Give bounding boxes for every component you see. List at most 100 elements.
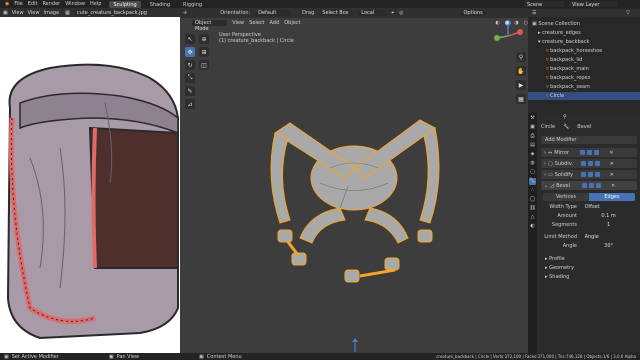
add-modifier-button[interactable]: Add Modifier (541, 136, 637, 144)
mode-dropdown[interactable]: Object Mode (192, 19, 228, 32)
viewport-toggle[interactable] (589, 183, 595, 188)
physics-tab-icon[interactable]: ◯ (529, 196, 536, 203)
shading-solid-icon[interactable]: ● (505, 20, 509, 26)
amount-field[interactable]: 0.1 m (581, 213, 636, 219)
edit-mode-toggle[interactable] (580, 161, 586, 166)
transform-tool-icon[interactable]: ⊞ (199, 47, 209, 57)
modifier-panel-bevel[interactable]: ⌄ ◿ Bevel ✕ (541, 181, 637, 190)
render-toggle[interactable] (594, 172, 600, 177)
viewport-toggle[interactable] (587, 161, 593, 166)
move-tool-icon[interactable]: ✥ (185, 47, 195, 57)
outliner-item[interactable]: ▿ backpack_seam (528, 83, 640, 91)
data-tab-icon[interactable]: △ (529, 214, 536, 221)
transform-orientation-dropdown[interactable]: Local (358, 10, 387, 16)
annotate-tool-icon[interactable]: ✎ (185, 86, 195, 96)
output-tab-icon[interactable]: ⎙ (529, 133, 536, 140)
particles-tab-icon[interactable]: ∴ (529, 187, 536, 194)
tab-rigging[interactable]: Rigging (179, 1, 206, 8)
render-toggle[interactable] (596, 183, 602, 188)
menu-render[interactable]: Render (42, 0, 60, 8)
vp-menu-add[interactable]: Add (270, 20, 280, 26)
zoom-icon[interactable]: ⚲ (516, 52, 526, 62)
view-layer-tab-icon[interactable]: ▤ (529, 142, 536, 149)
properties-search[interactable]: ⚲ (560, 114, 620, 121)
close-icon[interactable]: ✕ (610, 172, 614, 178)
collapse-chevron-icon[interactable]: ⌄ (544, 183, 548, 189)
options-dropdown[interactable]: Options (460, 10, 487, 16)
shading-material-icon[interactable]: ◑ (514, 20, 518, 26)
expand-chevron-icon[interactable]: › (544, 172, 546, 178)
vp-menu-select[interactable]: Select (249, 20, 264, 26)
filter-icon[interactable]: ▽ (626, 10, 630, 16)
menu-help[interactable]: Help (90, 0, 101, 8)
modifier-panel-mirror[interactable]: › ⇔ Mirror ✕ (541, 148, 637, 157)
snap-icon[interactable]: ⌖ (391, 10, 394, 16)
cursor-icon[interactable]: ⊕ (199, 34, 209, 44)
edit-mode-toggle[interactable] (580, 150, 586, 155)
image-filename[interactable]: cute_creature_backpack.jpg (73, 9, 147, 16)
image-menu-view2[interactable]: View (28, 10, 40, 16)
select-box-dropdown[interactable]: Select Box (319, 10, 354, 16)
scene-selector[interactable]: Scene (524, 1, 564, 8)
outliner-item[interactable]: ▾ creature_backback (528, 38, 640, 46)
menu-file[interactable]: File (14, 0, 22, 8)
rotate-tool-icon[interactable]: ↻ (185, 60, 195, 70)
scene-tab-icon[interactable]: ◈ (529, 151, 536, 158)
viewport-toggle[interactable] (587, 172, 593, 177)
image-menu-image[interactable]: Image (43, 10, 59, 16)
blender-logo-icon[interactable]: ◉ (5, 0, 9, 8)
subpanel-shading[interactable]: ▸ Shading (545, 273, 637, 281)
proportional-edit-icon[interactable]: ◎ (399, 10, 403, 16)
limit-method-dropdown[interactable]: Angle (581, 234, 636, 240)
viewport-toggle[interactable] (587, 150, 593, 155)
object-tab-icon[interactable]: ▢ (529, 169, 536, 176)
tab-sculpting[interactable]: Sculpting (109, 0, 141, 8)
tool-tab-icon[interactable]: ⚒ (529, 115, 536, 122)
modifier-panel-subdiv[interactable]: › ▢ Subdiv. ✕ (541, 159, 637, 168)
cursor-tool-icon[interactable]: ✛ (183, 10, 187, 16)
subpanel-profile[interactable]: ▸ Profile (545, 255, 637, 263)
overlay-toggle-icon[interactable]: ◐ (496, 20, 500, 26)
add-cube-icon[interactable]: ◫ (199, 60, 209, 70)
segments-field[interactable]: 1 (581, 222, 636, 228)
tab-shading[interactable]: Shading (146, 1, 174, 8)
edit-mode-toggle[interactable] (582, 183, 588, 188)
vertices-option[interactable]: Vertices (543, 193, 589, 201)
outliner-item[interactable]: ▿ backpack_ropes (528, 74, 640, 82)
outliner-item[interactable]: ▸ creature_edges (528, 29, 640, 37)
outliner-item[interactable]: ▿ backpack_lid (528, 56, 640, 64)
measure-tool-icon[interactable]: ⊿ (185, 99, 195, 109)
width-type-dropdown[interactable]: Offset (581, 204, 636, 210)
render-toggle[interactable] (594, 161, 600, 166)
edit-mode-toggle[interactable] (580, 172, 586, 177)
close-icon[interactable]: ✕ (610, 161, 614, 167)
expand-chevron-icon[interactable]: › (544, 150, 546, 156)
pan-hand-icon[interactable]: ✋ (516, 66, 526, 76)
close-icon[interactable]: ✕ (609, 150, 613, 156)
image-menu-view[interactable]: View (12, 10, 24, 16)
render-tab-icon[interactable]: ▣ (529, 124, 536, 131)
outliner-editor-icon[interactable]: ☰ (532, 10, 536, 16)
angle-field[interactable]: 30° (581, 243, 636, 249)
scale-tool-icon[interactable]: ⤡ (185, 73, 195, 83)
close-icon[interactable]: ✕ (611, 183, 615, 189)
subpanel-geometry[interactable]: ▸ Geometry (545, 264, 637, 272)
modifier-tab-icon[interactable]: 🔧 (529, 178, 536, 185)
render-toggle[interactable] (594, 150, 600, 155)
editor-type-icon[interactable]: ▣ (3, 10, 8, 16)
3d-viewport[interactable] (180, 8, 528, 353)
vp-menu-view[interactable]: View (232, 20, 244, 26)
menu-edit[interactable]: Edit (28, 0, 38, 8)
expand-chevron-icon[interactable]: › (544, 161, 546, 167)
outliner-root[interactable]: ▣ Scene Collection (528, 20, 640, 28)
menu-window[interactable]: Window (65, 0, 85, 8)
camera-view-icon[interactable]: ▶ (516, 80, 526, 90)
outliner-item-selected[interactable]: ▿ Circle (528, 92, 640, 100)
orientation-dropdown[interactable]: Default (255, 10, 292, 16)
outliner-item[interactable]: ▿ backpack_main (528, 65, 640, 73)
select-tool-icon[interactable]: ↖ (185, 34, 195, 44)
ortho-toggle-icon[interactable]: ▦ (516, 94, 526, 104)
material-tab-icon[interactable]: ◐ (529, 223, 536, 230)
outliner-item[interactable]: ▿ backpack_horseshoe (528, 47, 640, 55)
constraints-tab-icon[interactable]: ⛓ (529, 205, 536, 212)
